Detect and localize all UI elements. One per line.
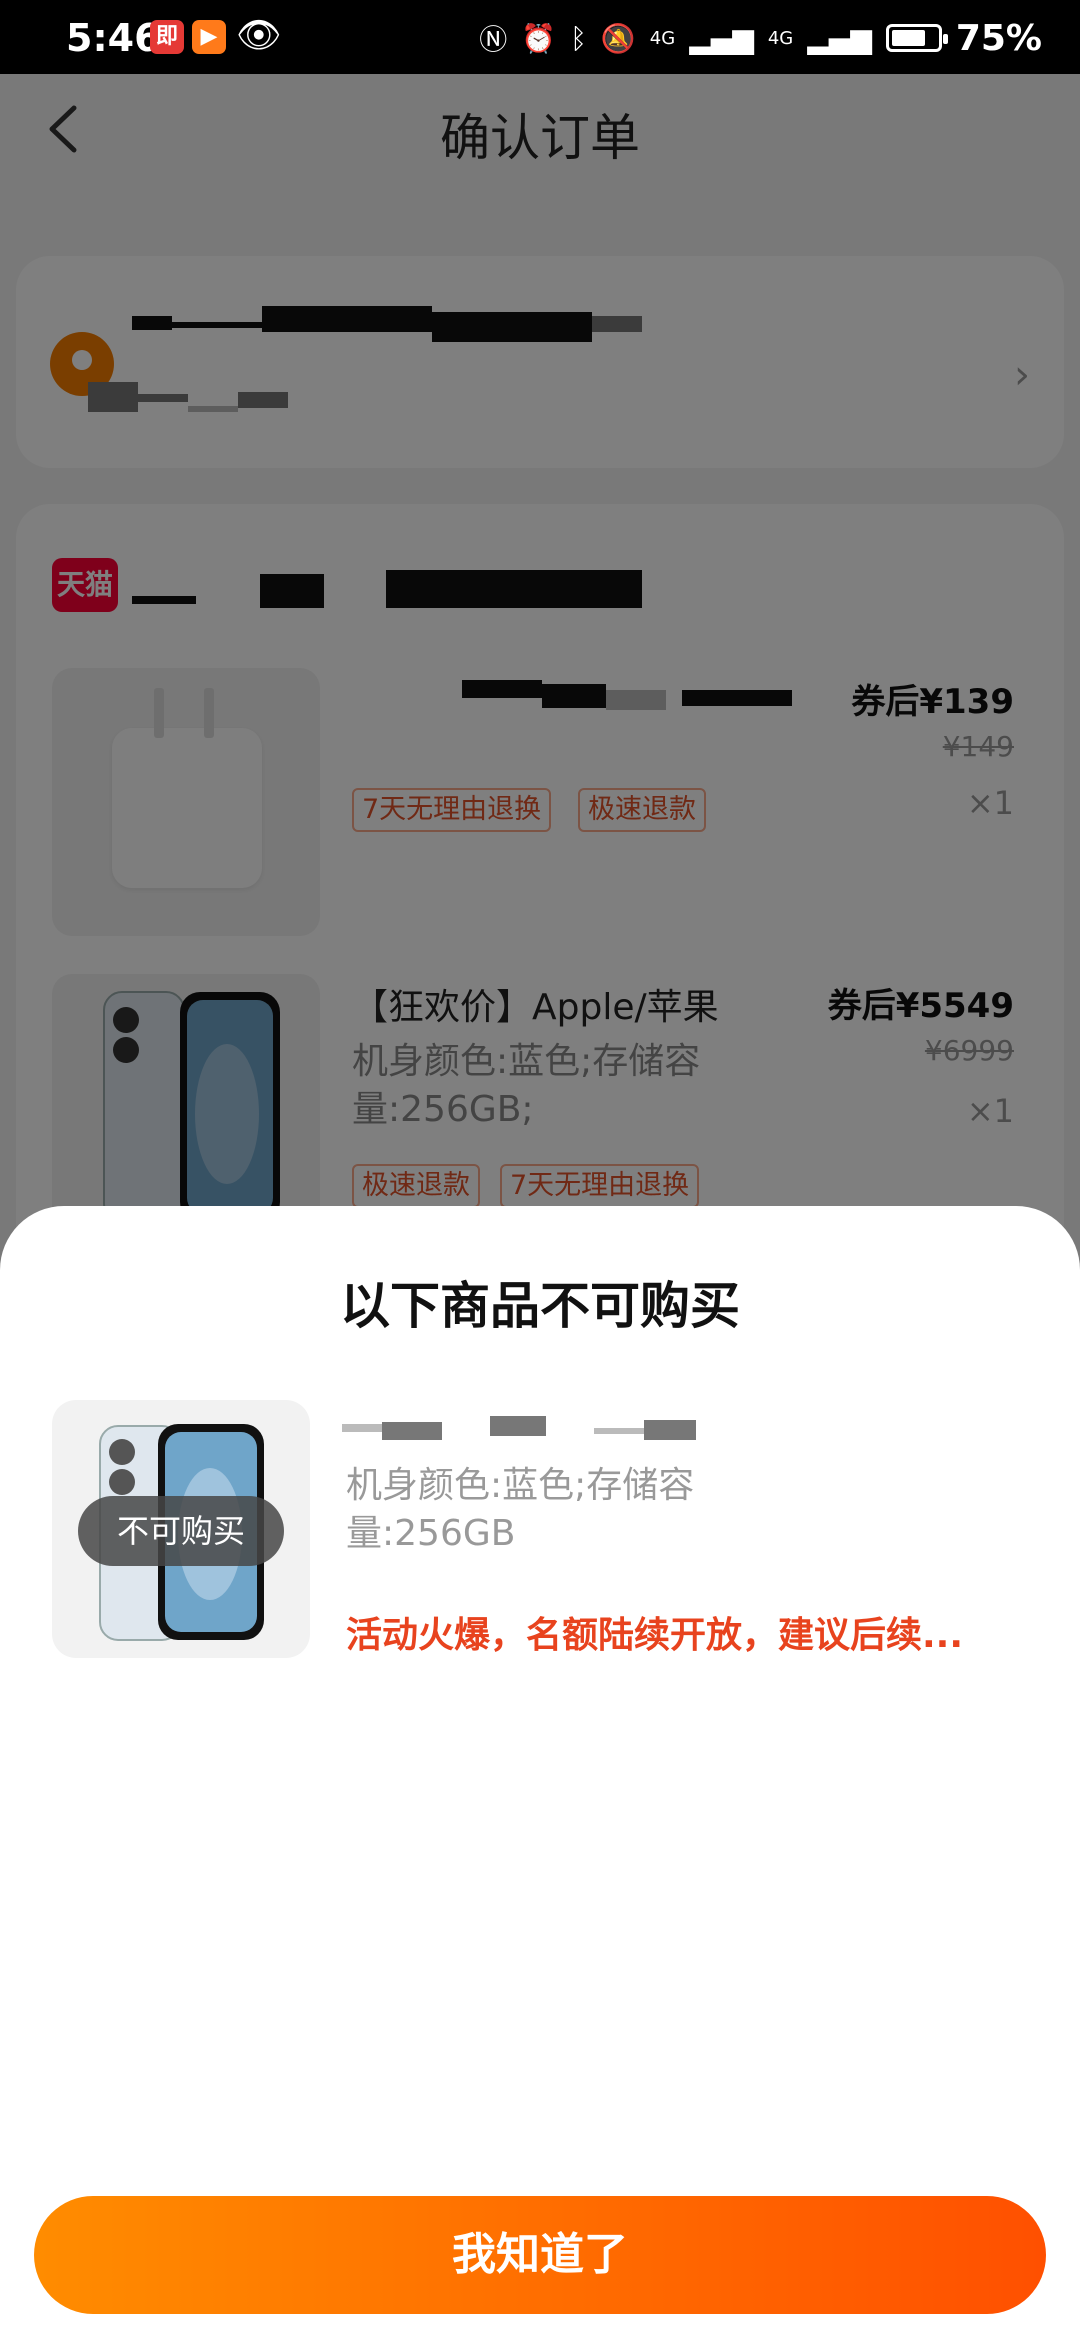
battery-icon: [885, 24, 948, 52]
app-notification-icon: 即: [150, 20, 184, 54]
signal-icon-2: 4G: [767, 27, 794, 49]
unavailable-product-image: 不可购买: [52, 1400, 310, 1658]
status-time: 5:46: [66, 16, 161, 60]
sheet-title: 以下商品不可购买: [340, 1277, 740, 1335]
signal-bars-icon-1: ▂▄▆: [689, 21, 754, 55]
battery-percent: 75%: [955, 17, 1042, 59]
redacted-text: [342, 1424, 382, 1432]
alarm-icon: ⏰: [521, 21, 557, 55]
bluetooth-icon: ᛒ: [570, 21, 587, 55]
nfc-icon: Ⓝ: [479, 23, 508, 56]
redacted-text: [644, 1420, 696, 1440]
redacted-text: [594, 1428, 644, 1434]
signal-bars-icon-2: ▂▄▆: [807, 21, 872, 55]
status-bar: 5:46 即 ▶ 👁 Ⓝ ⏰ ᛒ 🔕 4G ▂▄▆ 4G ▂▄▆ 75%: [0, 0, 1080, 74]
status-right: Ⓝ ⏰ ᛒ 🔕 4G ▂▄▆ 4G ▂▄▆ 75%: [479, 17, 1042, 59]
unavailable-items-sheet: 以下商品不可购买 不可购买 机身颜色:蓝色;存储容量:256GB 活动火爆，名额…: [0, 1206, 1080, 2340]
mute-icon: 🔕: [600, 21, 636, 55]
unavailable-item-spec: 机身颜色:蓝色;存储容量:256GB: [346, 1465, 695, 1554]
unavailable-reason: 活动火爆，名额陆续开放，建议后续...: [346, 1615, 964, 1656]
signal-icon-1: 4G: [649, 27, 676, 49]
eye-icon: 👁: [236, 15, 282, 56]
unavailable-badge: 不可购买: [78, 1496, 284, 1566]
video-app-icon: ▶: [192, 20, 226, 54]
redacted-text: [382, 1422, 442, 1440]
redacted-text: [490, 1416, 546, 1436]
acknowledge-button[interactable]: 我知道了: [34, 2196, 1046, 2314]
